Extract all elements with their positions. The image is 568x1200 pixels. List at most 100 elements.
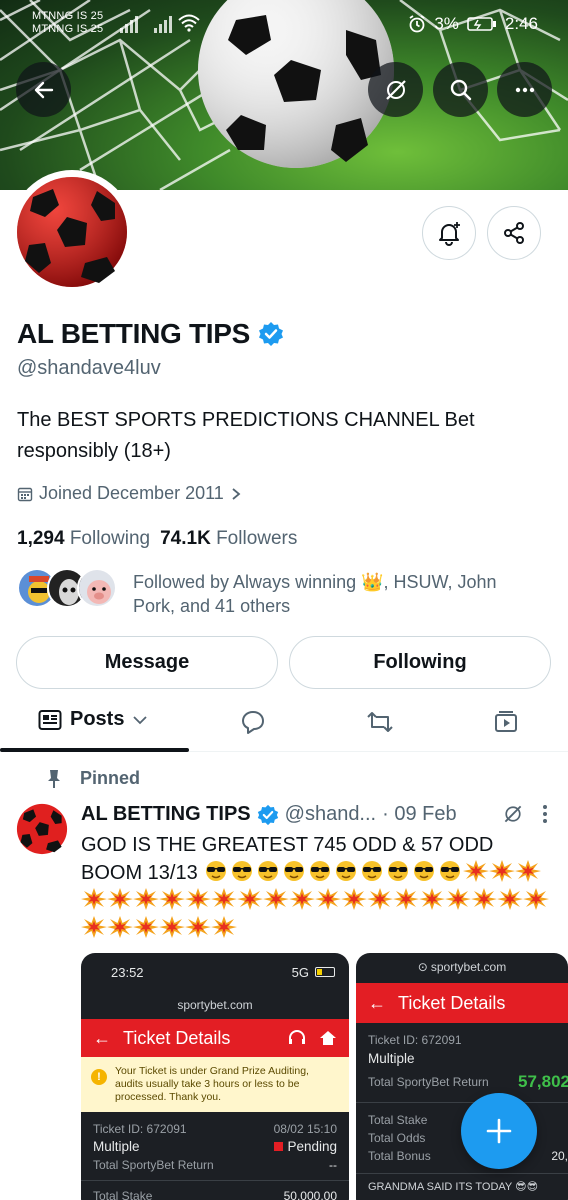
image1-type: Multiple <box>93 1139 140 1154</box>
followers-stat[interactable]: 74.1K Followers <box>160 528 297 550</box>
followed-by-avatars[interactable] <box>17 568 117 608</box>
profile-avatar[interactable] <box>10 170 134 294</box>
carrier-1: MTNNG IS 25 <box>32 10 104 22</box>
notifications-button[interactable] <box>422 206 476 260</box>
search-icon <box>450 79 471 100</box>
sunglasses-face-icon <box>440 861 461 881</box>
red-ball-avatar-image <box>17 177 127 287</box>
grok-button[interactable] <box>368 62 423 117</box>
following-stat[interactable]: 1,294 Following <box>17 528 150 550</box>
collision-icon <box>263 888 289 910</box>
search-button[interactable] <box>433 62 488 117</box>
post-date[interactable]: · 09 Feb <box>382 803 456 826</box>
image1-id-row: Ticket ID: 672091 08/02 15:10 <box>81 1122 349 1136</box>
grok-icon[interactable] <box>502 803 524 825</box>
replies-tab-icon[interactable] <box>240 709 266 735</box>
post-author-name[interactable]: AL BETTING TIPS <box>81 803 251 826</box>
collision-icon <box>185 888 211 910</box>
followed-by-text[interactable]: Followed by Always winning 👑, HSUW, John… <box>133 570 543 618</box>
message-button[interactable]: Message <box>16 636 278 689</box>
compose-post-button[interactable] <box>461 1093 537 1169</box>
image2-id-row: Ticket ID: 672091 <box>356 1033 568 1047</box>
followers-count: 74.1K <box>160 528 211 549</box>
share-button[interactable] <box>487 206 541 260</box>
image1-status: Pending <box>287 1139 337 1154</box>
image1-type-row: Multiple Pending <box>81 1139 349 1154</box>
collision-icon <box>185 916 211 938</box>
display-name: AL BETTING TIPS <box>17 318 250 349</box>
more-options-button[interactable] <box>497 62 552 117</box>
profile-tabs: Posts <box>0 700 568 752</box>
chevron-right-icon <box>232 487 241 500</box>
tab-posts[interactable]: Posts <box>38 708 148 731</box>
profile-name: AL BETTING TIPS <box>17 318 284 350</box>
posts-tab-icon <box>38 709 62 730</box>
following-count: 1,294 <box>17 528 65 549</box>
alarm-icon <box>409 15 425 33</box>
image1-title: Ticket Details <box>123 1027 231 1048</box>
pinned-indicator: Pinned <box>46 768 140 789</box>
collision-icon <box>489 860 516 882</box>
collision-icon <box>523 888 549 910</box>
active-tab-indicator <box>0 748 189 752</box>
post-text: GOD IS THE GREATEST 745 ODD & 57 ODD BOO… <box>81 831 556 943</box>
sunglasses-face-icon <box>388 861 409 881</box>
image1-headset-icon <box>289 1030 305 1044</box>
more-vertical-icon[interactable] <box>542 804 548 824</box>
post-image-1[interactable]: 23:52 5G sportybet.com ← Ticket Details … <box>81 953 349 1200</box>
post-author-handle[interactable]: @shand... <box>285 803 376 826</box>
follow-stats: 1,294 Following 74.1K Followers <box>17 528 297 550</box>
collision-icon <box>211 916 237 938</box>
image1-stake-value: 50,000.00 <box>283 1189 337 1200</box>
following-button[interactable]: Following <box>289 636 551 689</box>
image2-stake-label: Total Stake <box>368 1113 428 1127</box>
pinned-label: Pinned <box>80 768 141 788</box>
sunglasses-face-icon <box>258 861 279 881</box>
image2-footer-row: GRANDMA SAID ITS TODAY 😎😎 <box>356 1180 568 1193</box>
sunglasses-face-icon <box>362 861 383 881</box>
carrier-2: MTNNG IS 25 <box>32 23 104 35</box>
image2-odds-label: Total Odds <box>368 1131 426 1145</box>
profile-handle: @shandave4luv <box>17 357 161 379</box>
collision-icon <box>497 888 523 910</box>
image2-header: ← Ticket Details <box>356 983 568 1023</box>
image1-home-icon <box>320 1031 336 1045</box>
reposts-tab-icon[interactable] <box>366 709 394 735</box>
collision-icon <box>367 888 393 910</box>
post-image-2[interactable]: ⊙ sportybet.com ← Ticket Details Ticket I… <box>356 953 568 1200</box>
image1-warning-icon: ! <box>91 1069 107 1085</box>
image1-url: sportybet.com <box>177 998 253 1012</box>
image1-return-row: Total SportyBet Return -- <box>81 1158 349 1172</box>
sunglasses-face-icon <box>336 861 357 881</box>
collision-icon <box>159 916 185 938</box>
collision-icon <box>107 888 133 910</box>
image2-return-label: Total SportyBet Return <box>368 1075 489 1089</box>
share-icon <box>504 222 524 244</box>
image1-time: 23:52 <box>111 964 144 980</box>
collision-icon <box>419 888 445 910</box>
image1-stake-label: Total Stake <box>93 1189 153 1200</box>
image2-bonus-value: 20, <box>551 1149 568 1163</box>
sunglasses-face-icon <box>232 861 253 881</box>
sunglasses-face-icon <box>310 861 331 881</box>
calendar-icon <box>17 487 33 501</box>
image1-notice: ! Your Ticket is under Grand Prize Audit… <box>81 1057 349 1112</box>
media-tab-icon[interactable] <box>493 709 519 735</box>
image1-date: 08/02 15:10 <box>273 1122 337 1136</box>
collision-icon <box>393 888 419 910</box>
post-author-avatar[interactable] <box>16 803 68 855</box>
collision-icon <box>315 888 341 910</box>
verified-badge-icon <box>257 804 278 825</box>
more-horizontal-icon <box>515 87 534 92</box>
joined-date[interactable]: Joined December 2011 <box>17 483 242 504</box>
collision-icon <box>471 888 497 910</box>
image1-return-label: Total SportyBet Return <box>93 1158 214 1172</box>
pin-icon <box>48 769 60 788</box>
back-button[interactable] <box>16 62 71 117</box>
image1-network: 5G <box>291 964 309 980</box>
collision-icon <box>289 888 315 910</box>
image2-return-row: Total SportyBet Return 57,802 <box>356 1072 568 1092</box>
collision-icon <box>515 860 542 882</box>
system-status-bar: MTNNG IS 25 MTNNG IS 25 3% 2:46 <box>0 8 568 38</box>
post-header: AL BETTING TIPS @shand... · 09 Feb <box>81 803 457 826</box>
